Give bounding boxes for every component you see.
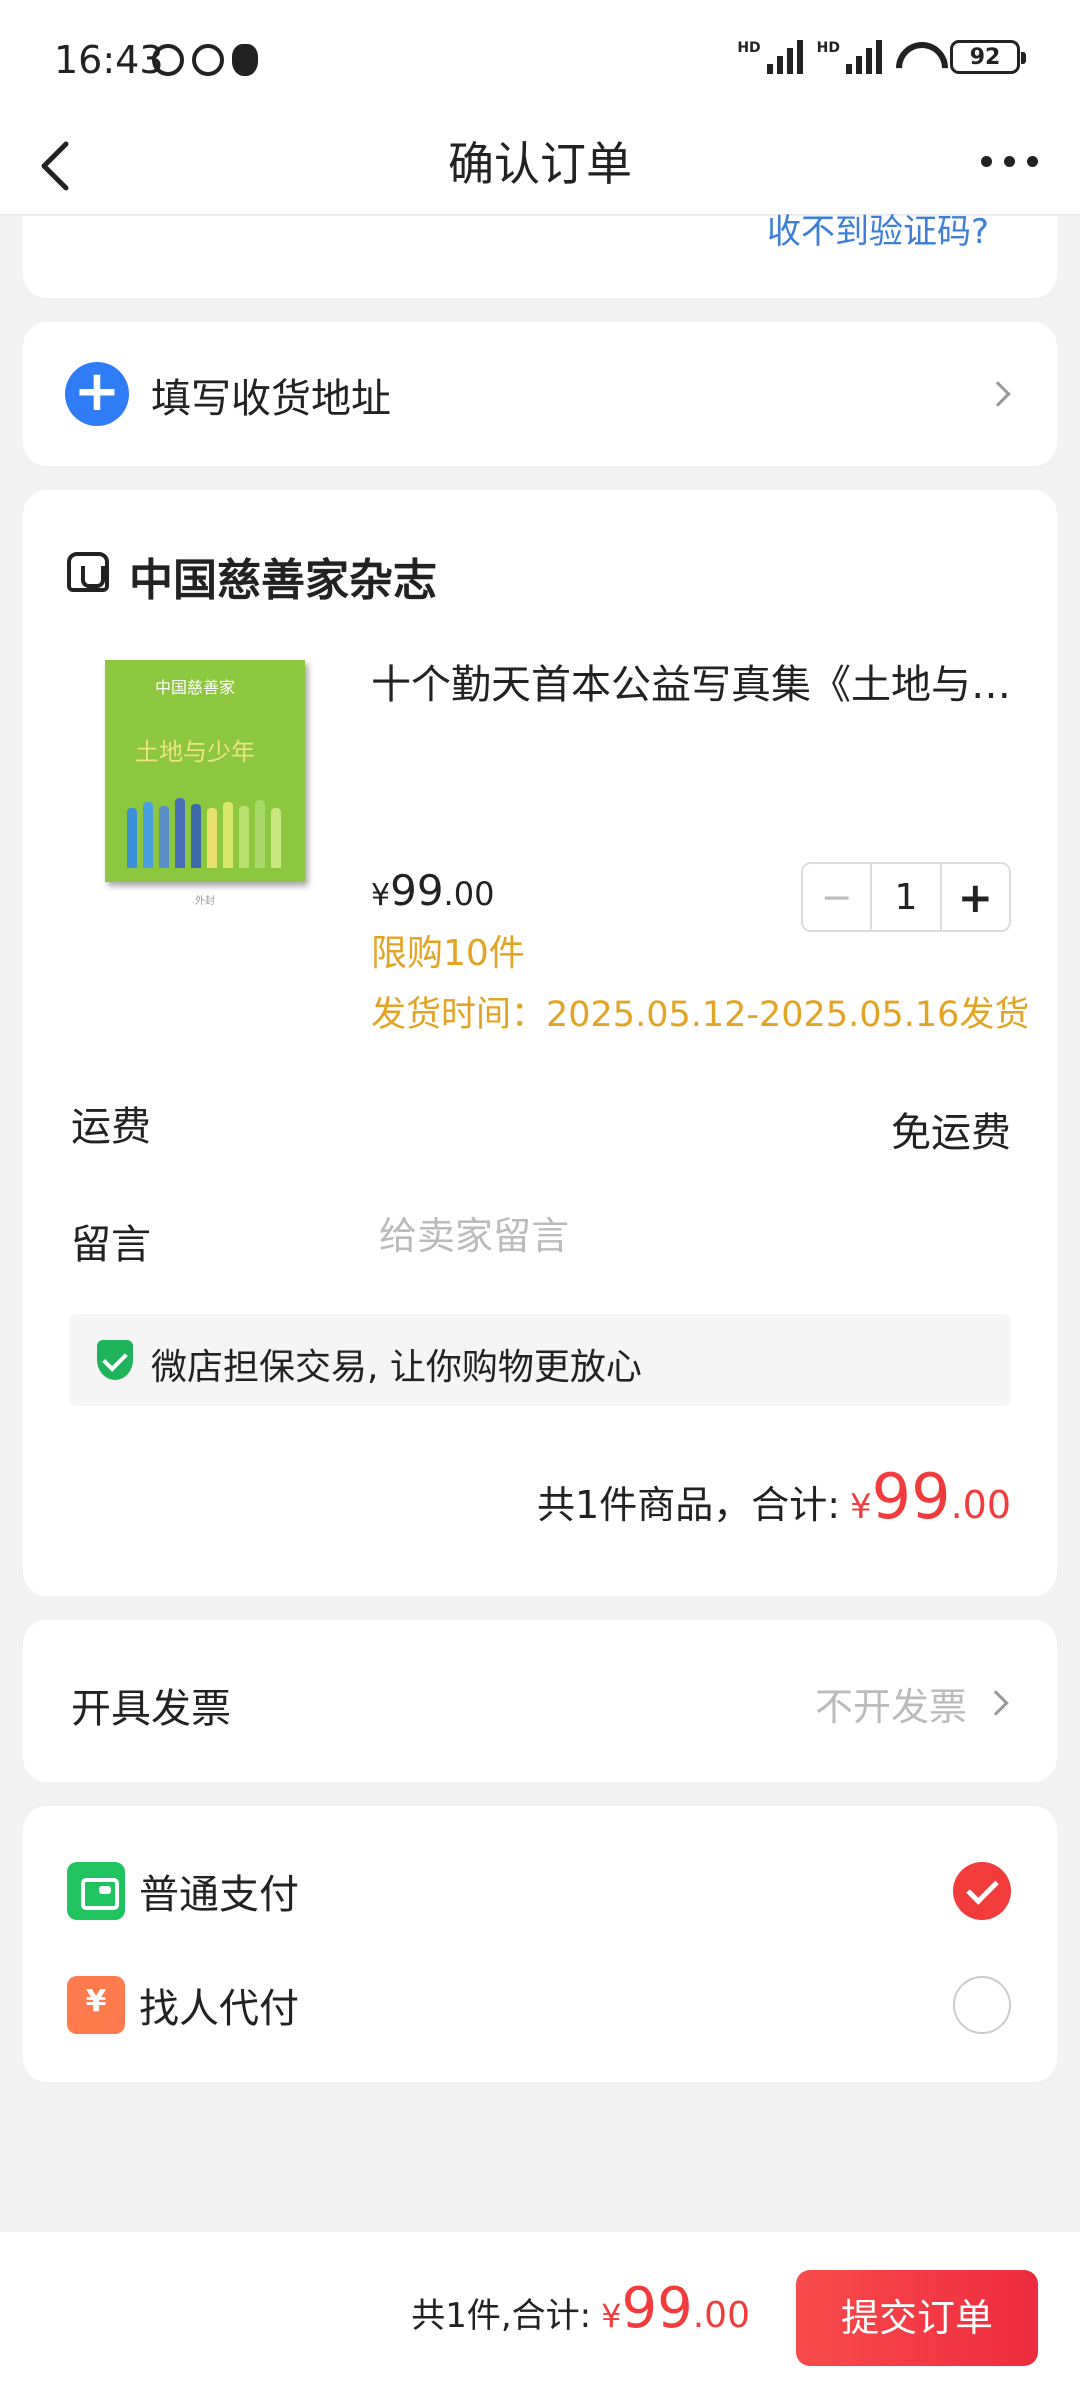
battery-level: 92 xyxy=(969,44,1001,70)
more-icon[interactable] xyxy=(981,156,1038,167)
bottom-total-dec: .00 xyxy=(692,2295,750,2336)
quantity-minus-button[interactable]: − xyxy=(803,864,870,930)
chevron-right-icon xyxy=(983,1690,1009,1716)
memo-label: 留言 xyxy=(71,1222,151,1268)
payment-option-normal[interactable]: 普通支付 xyxy=(23,1840,1057,1950)
invoice-card[interactable]: 开具发票 不开发票 xyxy=(23,1620,1057,1782)
payment-card: 普通支付 ¥ 找人代付 xyxy=(23,1806,1057,2082)
wifi-icon xyxy=(896,42,936,72)
shield-check-icon xyxy=(97,1340,133,1380)
plus-icon: + xyxy=(65,362,129,426)
page-title: 确认订单 xyxy=(448,137,632,191)
freight-value: 免运费 xyxy=(891,1110,1011,1156)
price-dec: .00 xyxy=(443,875,495,913)
verification-card: 收不到验证码? xyxy=(23,212,1057,298)
status-time: 16:43 xyxy=(54,38,164,82)
cover-figures xyxy=(127,798,281,868)
payment-label: 找人代付 xyxy=(139,1986,299,2032)
guarantee-text: 微店担保交易, 让你购物更放心 xyxy=(151,1347,642,1388)
order-total-label: 共1件商品，合计: xyxy=(537,1483,841,1527)
price-int: 99 xyxy=(390,866,444,915)
order-card: 中国慈善家杂志 中国慈善家 土地与少年 外封 十个勤天首本公益写真集《土地与少年… xyxy=(23,490,1057,1596)
nav-bar: 确认订单 xyxy=(0,120,1080,215)
quantity-stepper: − 1 + xyxy=(801,862,1011,932)
store-icon xyxy=(67,552,109,592)
status-system-icons: HD HD 92 xyxy=(737,40,1026,74)
image-caption: 外封 xyxy=(195,896,215,907)
payment-radio-checked[interactable] xyxy=(953,1862,1011,1920)
bottom-total-symbol: ¥ xyxy=(601,2297,622,2335)
guarantee-banner: 微店担保交易, 让你购物更放心 xyxy=(69,1314,1011,1406)
quantity-value[interactable]: 1 xyxy=(870,864,942,930)
payment-option-proxy[interactable]: ¥ 找人代付 xyxy=(23,1954,1057,2064)
qq-icon xyxy=(232,44,258,76)
notification-icon xyxy=(152,44,184,76)
address-card[interactable]: + 填写收货地址 xyxy=(23,322,1057,466)
shipping-time: 发货时间：2025.05.12-2025.05.16发货 xyxy=(371,995,1030,1035)
order-total-dec: .00 xyxy=(950,1483,1011,1527)
payment-label: 普通支付 xyxy=(139,1872,299,1918)
battery-icon: 92 xyxy=(950,40,1026,74)
quantity-plus-button[interactable]: + xyxy=(942,864,1009,930)
memo-input[interactable] xyxy=(379,1206,999,1266)
bottom-total-label: 共1件,合计: xyxy=(411,2296,592,2336)
alarm-icon xyxy=(192,44,224,76)
status-notification-icons xyxy=(152,44,258,76)
payment-radio[interactable] xyxy=(953,1976,1011,2034)
cover-title: 土地与少年 xyxy=(135,738,255,766)
no-verify-code-link[interactable]: 收不到验证码? xyxy=(767,204,989,253)
bottom-total-int: 99 xyxy=(621,2276,693,2341)
order-total-int: 99 xyxy=(871,1460,951,1533)
bottom-total: 共1件,合计: ¥ 99 .00 xyxy=(411,2276,750,2341)
product-name: 十个勤天首本公益写真集《土地与少年》 xyxy=(371,662,1011,708)
order-total: 共1件商品，合计: ¥ 99 .00 xyxy=(537,1460,1011,1533)
hand-coin-icon: ¥ xyxy=(67,1976,125,2034)
freight-label: 运费 xyxy=(71,1104,151,1150)
invoice-label: 开具发票 xyxy=(71,1686,231,1732)
product-price: ¥99.00 xyxy=(371,866,494,915)
invoice-value: 不开发票 xyxy=(814,1685,967,1729)
cover-brand: 中国慈善家 xyxy=(155,678,236,697)
wallet-icon xyxy=(67,1862,125,1920)
address-label: 填写收货地址 xyxy=(151,376,391,422)
product-image[interactable]: 中国慈善家 土地与少年 外封 xyxy=(105,660,305,907)
purchase-limit: 限购10件 xyxy=(371,933,525,974)
signal-icon: HD xyxy=(737,40,803,74)
submit-order-button[interactable]: 提交订单 xyxy=(796,2270,1038,2366)
order-total-symbol: ¥ xyxy=(850,1487,872,1527)
chevron-right-icon xyxy=(985,381,1011,407)
signal-icon-2: HD xyxy=(817,40,882,74)
price-symbol: ¥ xyxy=(371,878,391,913)
bottom-bar: 共1件,合计: ¥ 99 .00 提交订单 xyxy=(0,2232,1080,2400)
product-cover: 中国慈善家 土地与少年 xyxy=(105,660,305,882)
store-name[interactable]: 中国慈善家杂志 xyxy=(129,544,437,608)
status-bar: 16:43 HD HD 92 xyxy=(0,0,1080,120)
